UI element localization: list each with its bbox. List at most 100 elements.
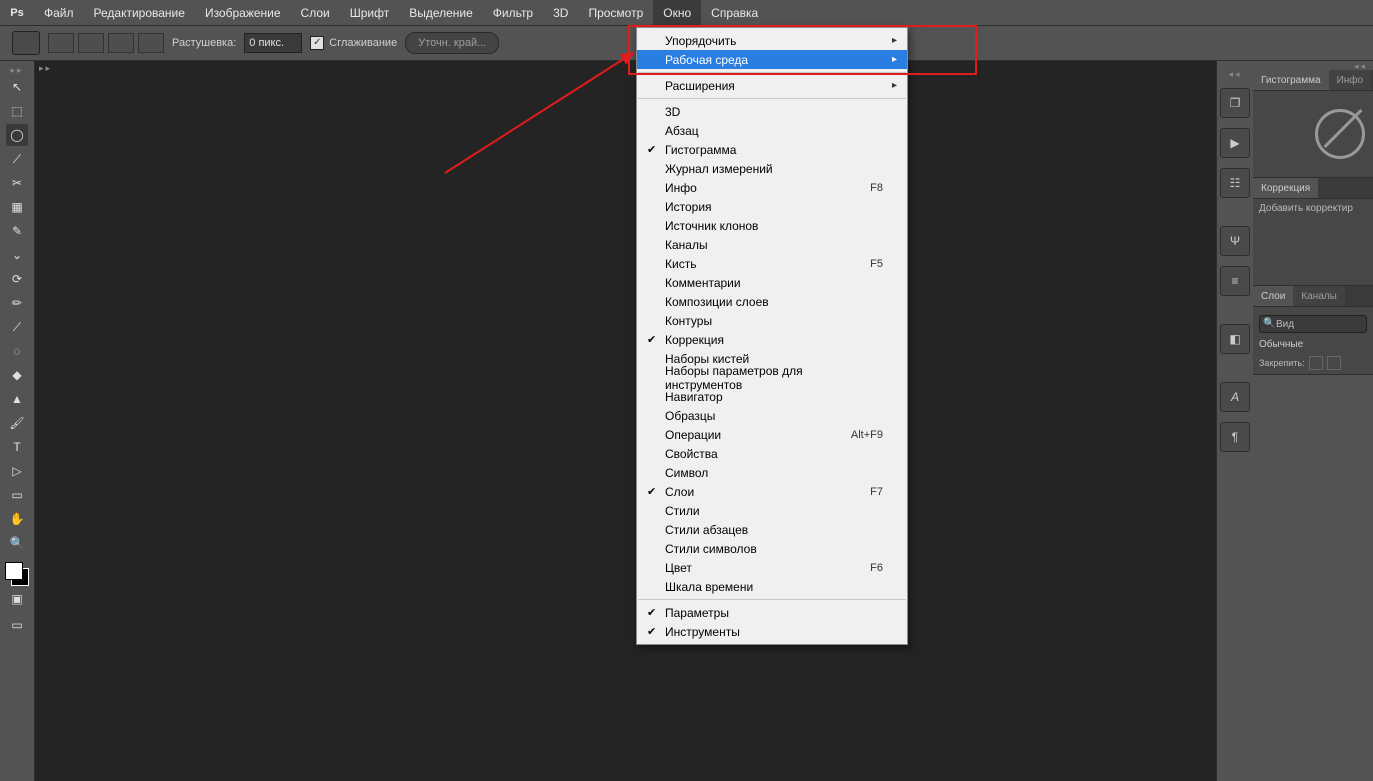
antialias-checkbox[interactable]: ✓ — [310, 36, 324, 50]
menu-Редактирование[interactable]: Редактирование — [84, 0, 195, 25]
adjustments-tab[interactable]: Коррекция — [1253, 178, 1318, 198]
menu-item[interactable]: ✔Коррекция — [637, 330, 907, 349]
tool-button-14[interactable]: 🖌 — [6, 412, 28, 434]
menu-item[interactable]: Журнал измерений — [637, 159, 907, 178]
lock-pixels-icon[interactable] — [1309, 356, 1323, 370]
menu-item[interactable]: ОперацииAlt+F9 — [637, 425, 907, 444]
menu-item[interactable]: Комментарии — [637, 273, 907, 292]
tool-button-4[interactable]: ✂ — [6, 172, 28, 194]
tool-button-10[interactable]: ⟋ — [6, 316, 28, 338]
menu-Справка[interactable]: Справка — [701, 0, 768, 25]
menu-Окно[interactable]: Окно — [653, 0, 701, 25]
tool-button-17[interactable]: ▭ — [6, 484, 28, 506]
menu-item[interactable]: Свойства — [637, 444, 907, 463]
menu-arrange[interactable]: Упорядочить — [637, 31, 907, 50]
menu-item[interactable]: Стили абзацев — [637, 520, 907, 539]
selection-subtract-button[interactable] — [108, 33, 134, 53]
menu-Просмотр[interactable]: Просмотр — [578, 0, 653, 25]
menu-item[interactable]: Композиции слоев — [637, 292, 907, 311]
menu-item[interactable]: КистьF5 — [637, 254, 907, 273]
tool-button-7[interactable]: ⌄ — [6, 244, 28, 266]
menu-item[interactable]: Стили символов — [637, 539, 907, 558]
layers-tab[interactable]: Слои — [1253, 286, 1293, 306]
color-swatches[interactable] — [5, 562, 29, 586]
menu-item[interactable]: Навигатор — [637, 387, 907, 406]
menu-item[interactable]: ✔Параметры — [637, 603, 907, 622]
info-tab[interactable]: Инфо — [1329, 70, 1372, 90]
menu-item[interactable]: ✔Инструменты — [637, 622, 907, 641]
dock-grip-icon[interactable]: ◂◂ — [1228, 69, 1241, 76]
dock-layers-icon[interactable]: ◧ — [1220, 324, 1250, 354]
menu-item[interactable]: ЦветF6 — [637, 558, 907, 577]
selection-intersect-button[interactable] — [138, 33, 164, 53]
lock-position-icon[interactable] — [1327, 356, 1341, 370]
dock-play-icon[interactable]: ▶ — [1220, 128, 1250, 158]
menu-item[interactable]: История — [637, 197, 907, 216]
feather-input[interactable] — [244, 33, 302, 53]
tool-button-1[interactable]: ⬚ — [6, 100, 28, 122]
right-dock-strip: ◂◂ ❐ ▶ ☷ Ψ ≡ ◧ A ¶ — [1216, 61, 1253, 781]
document-canvas[interactable]: ▸▸ Упорядочить Рабочая среда Расширения … — [35, 61, 1216, 781]
dock-para-icon[interactable]: ¶ — [1220, 422, 1250, 452]
refine-edge-button[interactable]: Уточн. край... — [405, 32, 499, 54]
tool-button-9[interactable]: ✏ — [6, 292, 28, 314]
menu-item[interactable]: ✔Гистограмма — [637, 140, 907, 159]
tool-button-11[interactable]: ◌ — [6, 340, 28, 362]
dock-sliders-icon[interactable]: ≡ — [1220, 266, 1250, 296]
menu-Изображение[interactable]: Изображение — [195, 0, 291, 25]
menu-item[interactable]: ✔СлоиF7 — [637, 482, 907, 501]
screenmode-button[interactable]: ▭ — [6, 614, 28, 636]
no-histogram-icon — [1315, 109, 1365, 159]
tool-button-18[interactable]: ✋ — [6, 508, 28, 530]
menu-Файл[interactable]: Файл — [34, 0, 84, 25]
selection-add-button[interactable] — [78, 33, 104, 53]
menu-bar: Ps ФайлРедактированиеИзображениеСлоиШриф… — [0, 0, 1373, 25]
menu-item[interactable]: Шкала времени — [637, 577, 907, 596]
foreground-color-swatch[interactable] — [5, 562, 23, 580]
tool-button-2[interactable]: ◯ — [6, 124, 28, 146]
menu-Выделение[interactable]: Выделение — [399, 0, 483, 25]
menu-Шрифт[interactable]: Шрифт — [340, 0, 399, 25]
menu-item[interactable]: Символ — [637, 463, 907, 482]
tool-button-19[interactable]: 🔍 — [6, 532, 28, 554]
menu-extensions[interactable]: Расширения — [637, 76, 907, 95]
adjustments-panel: Коррекция Добавить корректир — [1253, 178, 1373, 286]
menu-item[interactable]: Стили — [637, 501, 907, 520]
menu-Фильтр[interactable]: Фильтр — [483, 0, 543, 25]
channels-tab[interactable]: Каналы — [1293, 286, 1345, 306]
menu-workspace[interactable]: Рабочая среда — [637, 50, 907, 69]
toolbar-grip-icon[interactable]: ▸▸ — [8, 65, 26, 72]
histogram-tab[interactable]: Гистограмма — [1253, 70, 1329, 90]
quickmask-button[interactable]: ▣ — [6, 588, 28, 610]
menu-item[interactable]: Каналы — [637, 235, 907, 254]
dock-levels-icon[interactable]: ☷ — [1220, 168, 1250, 198]
tool-button-5[interactable]: ▦ — [6, 196, 28, 218]
tool-preset-icon[interactable] — [12, 31, 40, 55]
tool-button-16[interactable]: ▷ — [6, 460, 28, 482]
tool-button-15[interactable]: T — [6, 436, 28, 458]
menu-item[interactable]: Контуры — [637, 311, 907, 330]
menu-3D[interactable]: 3D — [543, 0, 578, 25]
tool-button-8[interactable]: ⟳ — [6, 268, 28, 290]
menu-item[interactable]: Наборы параметров для инструментов — [637, 368, 907, 387]
dock-histogram-icon[interactable]: ❐ — [1220, 88, 1250, 118]
tool-button-0[interactable]: ↖ — [6, 76, 28, 98]
lock-label: Закрепить: — [1259, 358, 1305, 368]
tool-button-12[interactable]: ◆ — [6, 364, 28, 386]
menu-item[interactable]: Источник клонов — [637, 216, 907, 235]
panels-grip-icon[interactable]: ◂◂ — [1253, 61, 1373, 70]
menu-Слои[interactable]: Слои — [291, 0, 340, 25]
menu-item[interactable]: ИнфоF8 — [637, 178, 907, 197]
dock-usb-icon[interactable]: Ψ — [1220, 226, 1250, 256]
tool-button-6[interactable]: ✎ — [6, 220, 28, 242]
app-logo: Ps — [6, 7, 28, 19]
menu-item[interactable]: Абзац — [637, 121, 907, 140]
tool-button-3[interactable]: ⟋ — [6, 148, 28, 170]
tool-button-13[interactable]: ▲ — [6, 388, 28, 410]
menu-item[interactable]: 3D — [637, 102, 907, 121]
blend-mode-select[interactable]: Обычные — [1259, 339, 1367, 350]
dock-spacer — [1221, 208, 1249, 216]
selection-new-button[interactable] — [48, 33, 74, 53]
dock-char-icon[interactable]: A — [1220, 382, 1250, 412]
menu-item[interactable]: Образцы — [637, 406, 907, 425]
